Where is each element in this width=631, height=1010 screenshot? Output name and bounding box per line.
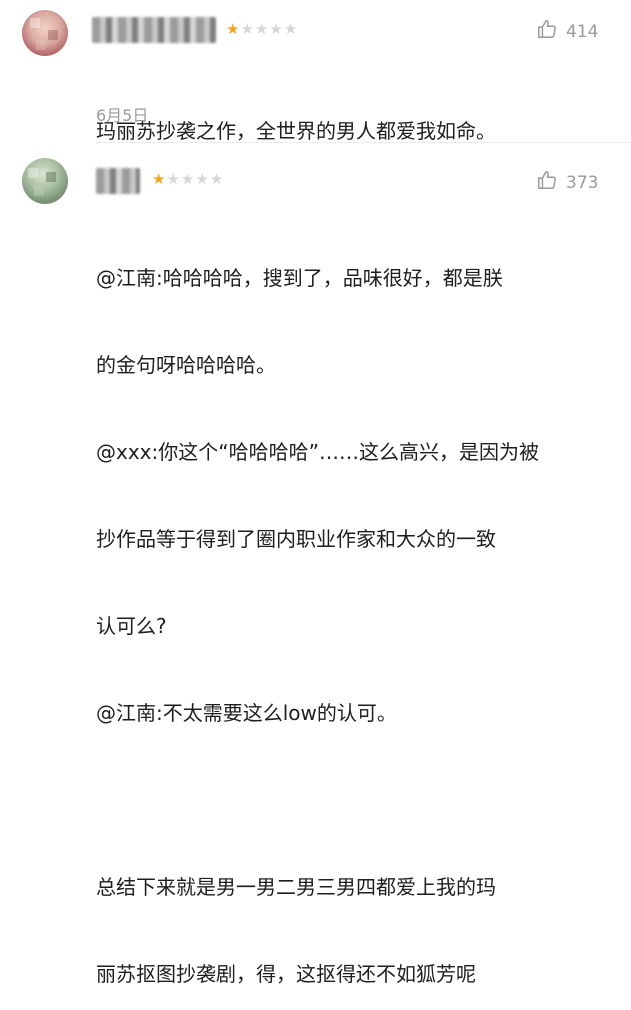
like-count: 414 (566, 21, 599, 42)
comment-line: @江南:不太需要这么low的认可。 (96, 701, 397, 725)
star-icon: ★ (180, 170, 195, 188)
star-icon: ★ (254, 20, 269, 38)
thumbs-up-icon (536, 169, 558, 196)
comment-line: 认可么? (96, 614, 167, 638)
comment-line: @xxx:你这个“哈哈哈哈”……这么高兴，是因为被 (96, 440, 539, 464)
username-blurred[interactable] (96, 168, 140, 194)
comment-line (96, 786, 616, 815)
like-button[interactable]: 414 (536, 18, 598, 45)
star-rating: ★ ★ ★ ★ ★ (152, 172, 223, 187)
comment-line: 总结下来就是男一男二男三男四都爱上我的玛 (96, 875, 496, 899)
avatar[interactable] (22, 10, 68, 56)
star-icon: ★ (166, 170, 180, 188)
star-icon: ★ (269, 20, 283, 38)
thumbs-up-icon (536, 18, 558, 45)
star-icon: ★ (195, 170, 209, 188)
star-icon: ★ (226, 20, 240, 38)
username-blurred[interactable] (92, 17, 216, 43)
star-icon: ★ (240, 20, 254, 38)
star-icon: ★ (283, 20, 298, 38)
comment-text: @江南:哈哈哈哈，搜到了，品味很好，都是朕 的金句呀哈哈哈哈。 @xxx:你这个… (96, 206, 616, 1010)
star-icon: ★ (152, 170, 166, 188)
comment-line: 丽苏抠图抄袭剧，得，这抠得还不如狐芳呢 (96, 962, 476, 986)
like-count: 373 (566, 172, 599, 193)
comment-line: 的金句呀哈哈哈哈。 (96, 353, 276, 377)
comment-date: 6月5日 (96, 106, 149, 125)
star-rating: ★ ★ ★ ★ ★ (226, 22, 297, 37)
comment-line: @江南:哈哈哈哈，搜到了，品味很好，都是朕 (96, 266, 503, 290)
divider (96, 142, 631, 143)
like-button[interactable]: 373 (536, 169, 598, 196)
avatar[interactable] (22, 158, 68, 204)
comment-line: 抄作品等于得到了圈内职业作家和大众的一致 (96, 527, 496, 551)
star-icon: ★ (209, 170, 224, 188)
